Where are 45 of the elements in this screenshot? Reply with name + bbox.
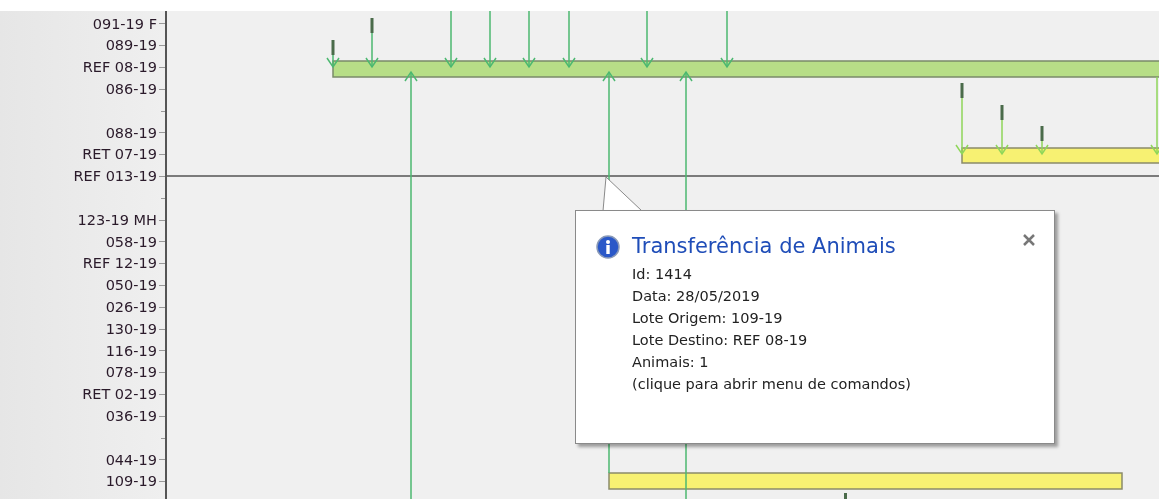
event-mark [844,493,847,499]
transfer-arrow[interactable] [326,39,340,69]
axis-label: 026-19 [105,300,157,315]
transfer-arrow[interactable] [720,11,734,69]
close-icon [1023,234,1035,246]
tooltip-text: Lote Destino: REF 08-19 [632,331,809,350]
transfer-arrow[interactable] [562,11,576,69]
tooltip-tail [602,176,644,212]
axis-label: 050-19 [105,278,157,293]
axis-label: REF 12-19 [82,256,157,271]
transfer-arrow[interactable] [1035,125,1049,156]
axis-label: 086-19 [105,82,157,97]
axis-label: 078-19 [105,365,157,380]
tooltip-text: (clique para abrir menu de comandos) [632,375,912,394]
tooltip[interactable]: Transferência de Animais Id: 1414 Data: 28/05/2019 Lote Origem: 109-19 Lote Destino: REF 08-19 Animais: 1 (clique para abrir menu de comandos) [575,210,1055,444]
transfer-arrow[interactable] [365,17,379,69]
transfer-arrow[interactable] [640,11,654,69]
axis-label: 116-19 [105,343,157,359]
axis-label: 109-19 [105,474,157,489]
transfer-arrow[interactable] [444,11,458,69]
lot-bar[interactable] [608,472,1123,490]
axis-label: RET 02-19 [82,387,157,402]
transfer-arrow[interactable] [955,82,969,156]
lot-bar[interactable] [961,147,1159,164]
transfer-arrow[interactable] [522,11,536,69]
tooltip-title: Transferência de Animais [632,233,897,260]
info-icon [596,235,620,259]
tooltip-text: Animais: 1 [632,353,710,372]
axis-label: 089-19 [105,38,157,53]
axis-label: REF 08-19 [82,60,157,75]
axis-label: 091-19 F [92,16,157,32]
axis-label: REF 013-19 [73,169,157,184]
axis-label: 130-19 [105,321,157,337]
tooltip-text: Data: 28/05/2019 [632,287,761,306]
transfer-arrow[interactable] [1150,76,1159,156]
transfer-arrow[interactable] [995,104,1009,156]
axis-label: 044-19 [105,452,157,468]
tooltip-text: Id: 1414 [632,265,693,284]
transfer-arrow[interactable] [483,11,497,69]
axis-label: 088-19 [105,125,157,141]
axis-label: 036-19 [105,409,157,424]
tooltip-text: Lote Origem: 109-19 [632,309,784,328]
axis-label: 058-19 [105,234,157,250]
axis-label: 123-19 MH [77,212,157,228]
axis-label: RET 07-19 [82,147,157,162]
